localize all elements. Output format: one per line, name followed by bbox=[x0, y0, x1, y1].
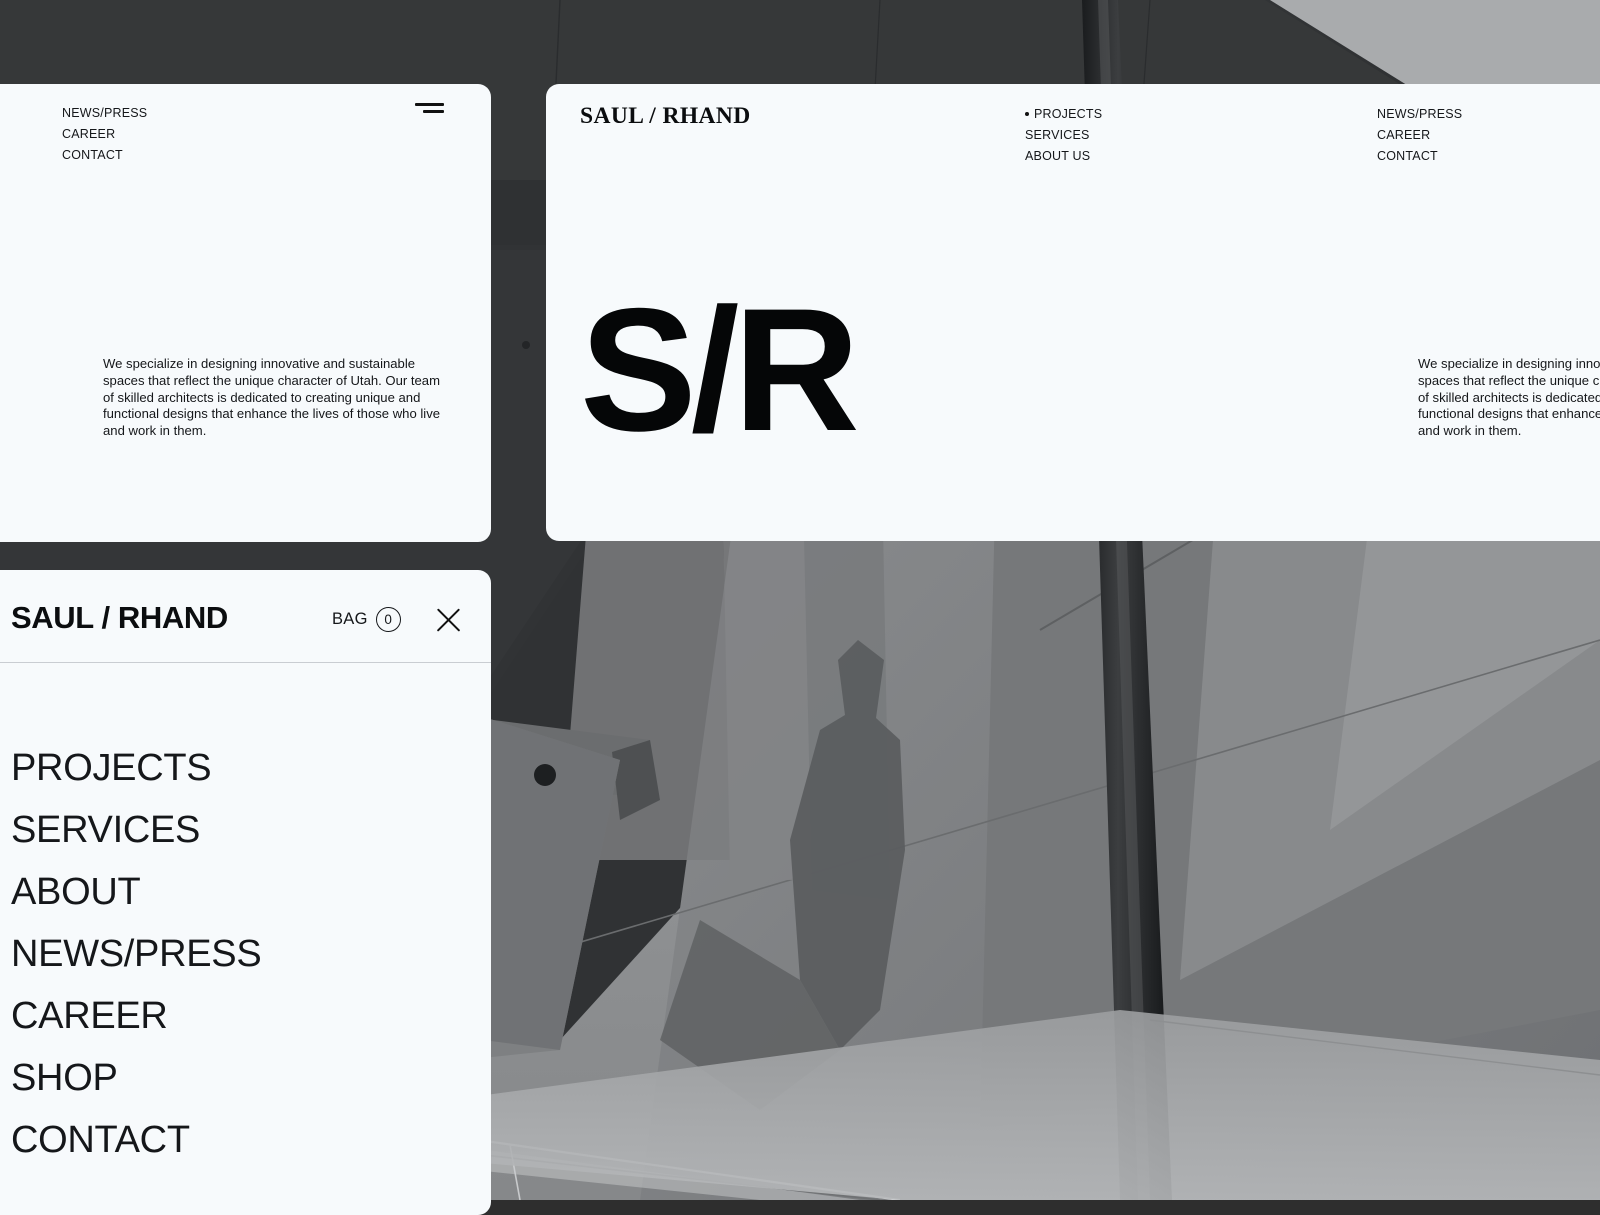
hero-secondary-nav[interactable]: NEWS/PRESS CAREER CONTACT bbox=[1377, 104, 1462, 167]
menu-item-shop[interactable]: SHOP bbox=[11, 1047, 261, 1109]
hero-primary-nav[interactable]: PROJECTS SERVICES ABOUT US bbox=[1025, 104, 1102, 167]
hero-nav-label-projects: PROJECTS bbox=[1034, 107, 1103, 121]
left-nav-item-career[interactable]: CAREER bbox=[62, 124, 147, 145]
menu-panel-header: SAUL / RHAND BAG 0 bbox=[0, 570, 491, 663]
menu-item-services[interactable]: SERVICES bbox=[11, 799, 261, 861]
left-card-nav[interactable]: NEWS/PRESS CAREER CONTACT bbox=[62, 103, 147, 166]
menu-item-about[interactable]: ABOUT bbox=[11, 861, 261, 923]
bag-button[interactable]: BAG 0 bbox=[332, 607, 401, 632]
hero-card: SAUL / RHAND PROJECTS SERVICES ABOUT US … bbox=[546, 84, 1600, 541]
monogram-logo: S/R bbox=[580, 273, 860, 468]
left-info-card: NEWS/PRESS CAREER CONTACT We specialize … bbox=[0, 84, 491, 542]
left-nav-item-news-press[interactable]: NEWS/PRESS bbox=[62, 103, 147, 124]
bag-label: BAG bbox=[332, 610, 368, 628]
left-nav-item-contact[interactable]: CONTACT bbox=[62, 145, 147, 166]
hero-nav-item-about-us[interactable]: ABOUT US bbox=[1025, 146, 1102, 167]
hero-wordmark: SAUL / RHAND bbox=[580, 103, 751, 129]
left-card-description: We specialize in designing innovative an… bbox=[103, 356, 441, 439]
active-dot-icon bbox=[1025, 111, 1029, 116]
hero-nav-item-career[interactable]: CAREER bbox=[1377, 125, 1462, 146]
menu-wordmark: SAUL / RHAND bbox=[11, 600, 228, 635]
hamburger-line-top bbox=[415, 103, 444, 106]
hero-card-description: We specialize in designing innovative an… bbox=[1418, 356, 1600, 439]
hero-nav-item-services[interactable]: SERVICES bbox=[1025, 125, 1102, 146]
hamburger-line-bottom bbox=[423, 110, 444, 113]
bag-count-badge: 0 bbox=[375, 607, 401, 632]
menu-item-career[interactable]: CAREER bbox=[11, 985, 261, 1047]
menu-overlay-panel: SAUL / RHAND BAG 0 PROJECTS SERVICES ABO… bbox=[0, 570, 491, 1215]
menu-item-news-press[interactable]: NEWS/PRESS bbox=[11, 923, 262, 985]
menu-item-projects[interactable]: PROJECTS bbox=[11, 737, 261, 799]
hero-nav-item-news-press[interactable]: NEWS/PRESS bbox=[1377, 104, 1462, 125]
hero-nav-item-contact[interactable]: CONTACT bbox=[1377, 146, 1462, 167]
hamburger-icon[interactable] bbox=[415, 103, 444, 117]
hero-nav-item-projects[interactable]: PROJECTS bbox=[1025, 104, 1102, 125]
close-icon[interactable] bbox=[434, 606, 463, 635]
menu-items-list[interactable]: PROJECTS SERVICES ABOUT NEWS/PRESS CAREE… bbox=[11, 737, 262, 1171]
menu-item-contact[interactable]: CONTACT bbox=[11, 1109, 261, 1171]
